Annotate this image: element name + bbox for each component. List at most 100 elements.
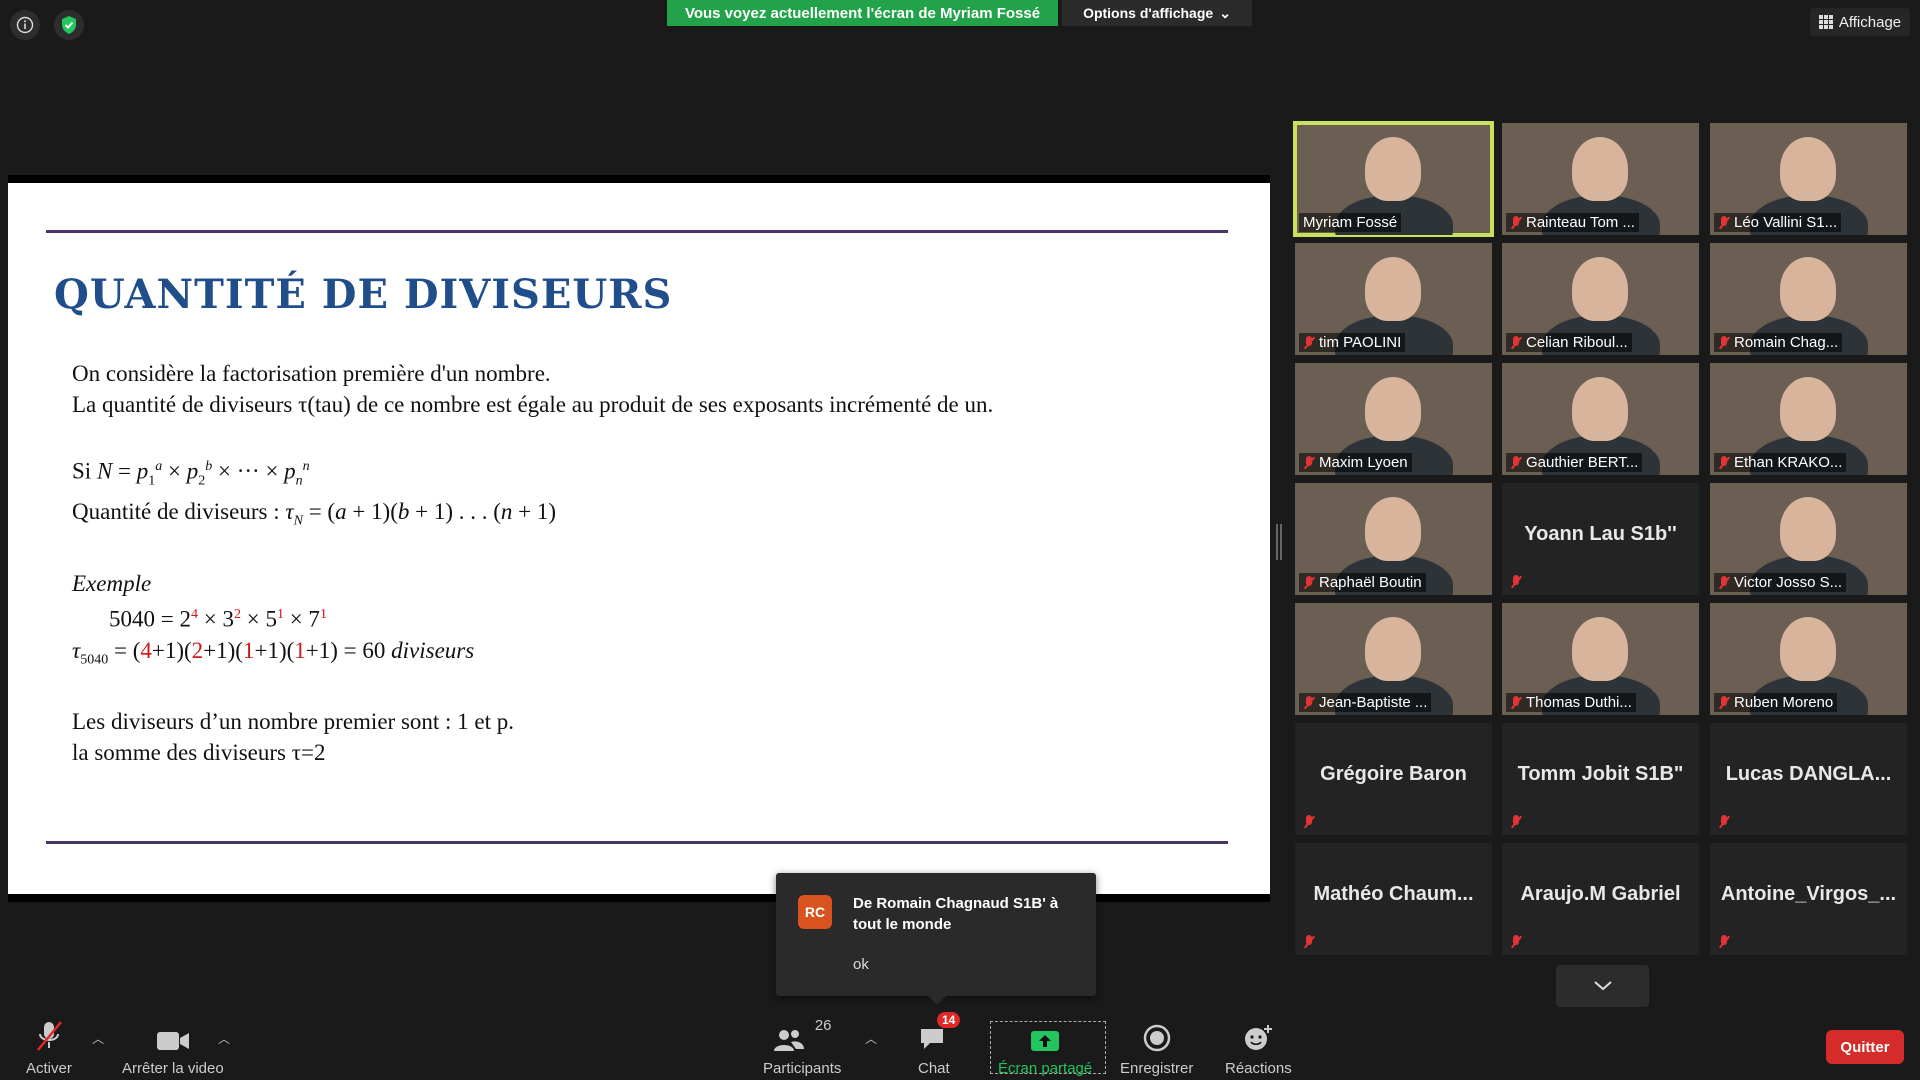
participant-name: Antoine_Virgos_... xyxy=(1720,883,1897,905)
participant-video-figure xyxy=(1780,497,1836,561)
participant-name-tag: Thomas Duthi... xyxy=(1506,693,1636,712)
participant-name: Myriam Fossé xyxy=(1303,214,1398,231)
example-label: Exemple xyxy=(72,570,152,596)
gallery-next-page-button[interactable] xyxy=(1556,965,1649,1007)
microphone-muted-icon xyxy=(1718,815,1730,829)
chat-message: ok xyxy=(853,956,869,973)
participant-tile[interactable]: Araujo.M Gabriel xyxy=(1502,843,1699,955)
chat-label: Chat xyxy=(918,1060,950,1077)
microphone-muted-icon xyxy=(1510,695,1522,710)
splitter-handle[interactable] xyxy=(1276,524,1282,560)
participant-name: Ethan KRAKO... xyxy=(1734,454,1843,471)
microphone-muted-icon xyxy=(1303,695,1315,710)
participants-label: Participants xyxy=(763,1060,842,1077)
participant-name: Grégoire Baron xyxy=(1320,763,1467,785)
example-result: τ5040 = (4+1)(2+1)(1+1)(1+1) = 60 divise… xyxy=(72,637,475,668)
participant-tile[interactable]: Ruben Moreno xyxy=(1710,603,1907,715)
participant-tile[interactable]: Antoine_Virgos_... xyxy=(1710,843,1907,955)
participant-name: Lucas DANGLA... xyxy=(1725,763,1892,785)
avatar: RC xyxy=(798,895,832,929)
participant-video-figure xyxy=(1780,137,1836,201)
participant-name: Victor Josso S... xyxy=(1734,574,1843,591)
screen-share-button[interactable]: Écran partagé xyxy=(998,1018,1092,1077)
participant-tile[interactable]: tim PAOLINI xyxy=(1295,243,1492,355)
participant-tile[interactable]: Gauthier BERT... xyxy=(1502,363,1699,475)
participant-name: Celian Riboul... xyxy=(1526,334,1628,351)
participant-tile[interactable]: Mathéo Chaum... xyxy=(1295,843,1492,955)
formula-factorization: Si N = p1a × p2b × ··· × pnn xyxy=(72,458,310,489)
participants-button[interactable]: 26 Participants xyxy=(763,1017,842,1077)
participant-video-figure xyxy=(1365,497,1421,561)
slide-text-line: la somme des diviseurs τ=2 xyxy=(72,740,326,766)
participant-tile[interactable]: Jean-Baptiste ... xyxy=(1295,603,1492,715)
gallery-layout-button[interactable]: Affichage xyxy=(1810,8,1910,36)
participant-name: Gauthier BERT... xyxy=(1526,454,1639,471)
participant-name: Ruben Moreno xyxy=(1734,694,1834,711)
participant-video-figure xyxy=(1365,617,1421,681)
participant-tile[interactable]: Ethan KRAKO... xyxy=(1710,363,1907,475)
shared-screen: QUANTITÉ DE DIVISEURS On considère la fa… xyxy=(8,175,1270,902)
chat-notification[interactable]: RC De Romain Chagnaud S1B' à tout le mon… xyxy=(776,873,1096,1005)
participant-name: Yoann Lau S1b'' xyxy=(1524,523,1677,545)
slide-bottom-rule xyxy=(46,841,1228,844)
participant-tile[interactable]: Maxim Lyoen xyxy=(1295,363,1492,475)
view-options-dropdown[interactable]: Options d'affichage ⌄ xyxy=(1062,0,1252,26)
participant-name-tag: Maxim Lyoen xyxy=(1299,453,1412,472)
participant-video-figure xyxy=(1572,257,1628,321)
participant-tile[interactable]: Raphaël Boutin xyxy=(1295,483,1492,595)
participant-tile[interactable]: Yoann Lau S1b'' xyxy=(1502,483,1699,595)
participant-name-tag: Rainteau Tom ... xyxy=(1506,213,1639,232)
participant-video-figure xyxy=(1572,617,1628,681)
stop-video-label: Arrêter la video xyxy=(122,1060,224,1077)
formula-divisor-count: Quantité de diviseurs : τN = (a + 1)(b +… xyxy=(72,499,557,529)
participant-name: Jean-Baptiste ... xyxy=(1319,694,1428,711)
microphone-muted-icon xyxy=(1510,335,1522,350)
participant-video-figure xyxy=(1365,257,1421,321)
microphone-muted-icon xyxy=(1303,935,1315,949)
participant-name: Araujo.M Gabriel xyxy=(1520,883,1681,905)
participant-tile[interactable]: Thomas Duthi... xyxy=(1502,603,1699,715)
participant-name: Romain Chag... xyxy=(1734,334,1839,351)
participant-tile[interactable]: Victor Josso S... xyxy=(1710,483,1907,595)
participant-name-tag: Romain Chag... xyxy=(1714,333,1843,352)
participant-name: Thomas Duthi... xyxy=(1526,694,1632,711)
participant-tile[interactable]: Lucas DANGLA... xyxy=(1710,723,1907,835)
participant-tile[interactable]: Léo Vallini S1... xyxy=(1710,123,1907,235)
participant-tile[interactable]: Rainteau Tom ... xyxy=(1502,123,1699,235)
participant-video-figure xyxy=(1572,137,1628,201)
participant-name-tag: tim PAOLINI xyxy=(1299,333,1406,352)
participant-name-tag: Léo Vallini S1... xyxy=(1714,213,1842,232)
layout-label: Affichage xyxy=(1838,13,1902,31)
slide-text-line: Les diviseurs d’un nombre premier sont :… xyxy=(72,709,515,735)
record-label: Enregistrer xyxy=(1120,1060,1194,1077)
participant-tile[interactable]: Celian Riboul... xyxy=(1502,243,1699,355)
microphone-muted-icon xyxy=(1718,335,1730,350)
slide-title: QUANTITÉ DE DIVISEURS xyxy=(54,271,673,318)
stop-video-button[interactable]: Arrêter la video xyxy=(122,1018,224,1077)
participants-options-caret[interactable]: ︿ xyxy=(865,1030,877,1047)
reactions-button[interactable]: Réactions xyxy=(1225,1018,1292,1077)
security-shield-icon[interactable] xyxy=(54,10,84,40)
microphone-muted-icon xyxy=(1303,815,1315,829)
participant-tile[interactable]: Myriam Fossé xyxy=(1293,121,1494,237)
participant-tile[interactable]: Romain Chag... xyxy=(1710,243,1907,355)
participant-tile[interactable]: Tomm Jobit S1B" xyxy=(1502,723,1699,835)
unmute-button[interactable]: Activer xyxy=(26,1018,72,1077)
microphone-muted-icon xyxy=(1510,215,1522,230)
microphone-muted-icon xyxy=(1510,575,1522,589)
participant-name-tag: Jean-Baptiste ... xyxy=(1299,693,1432,712)
info-icon[interactable] xyxy=(10,10,40,40)
grid-icon xyxy=(1818,15,1833,29)
microphone-muted-icon xyxy=(1718,575,1730,590)
participant-tile[interactable]: Grégoire Baron xyxy=(1295,723,1492,835)
video-camera-icon xyxy=(156,1032,189,1050)
reactions-label: Réactions xyxy=(1225,1060,1292,1077)
chat-unread-badge: 14 xyxy=(937,1012,961,1028)
record-button[interactable]: Enregistrer xyxy=(1120,1018,1193,1077)
audio-options-caret[interactable]: ︿ xyxy=(92,1030,104,1047)
participant-name: Mathéo Chaum... xyxy=(1313,883,1474,905)
leave-meeting-button[interactable]: Quitter xyxy=(1826,1030,1904,1064)
participants-count: 26 xyxy=(814,1017,832,1034)
slide-top-rule xyxy=(46,230,1228,233)
video-options-caret[interactable]: ︿ xyxy=(218,1030,230,1047)
